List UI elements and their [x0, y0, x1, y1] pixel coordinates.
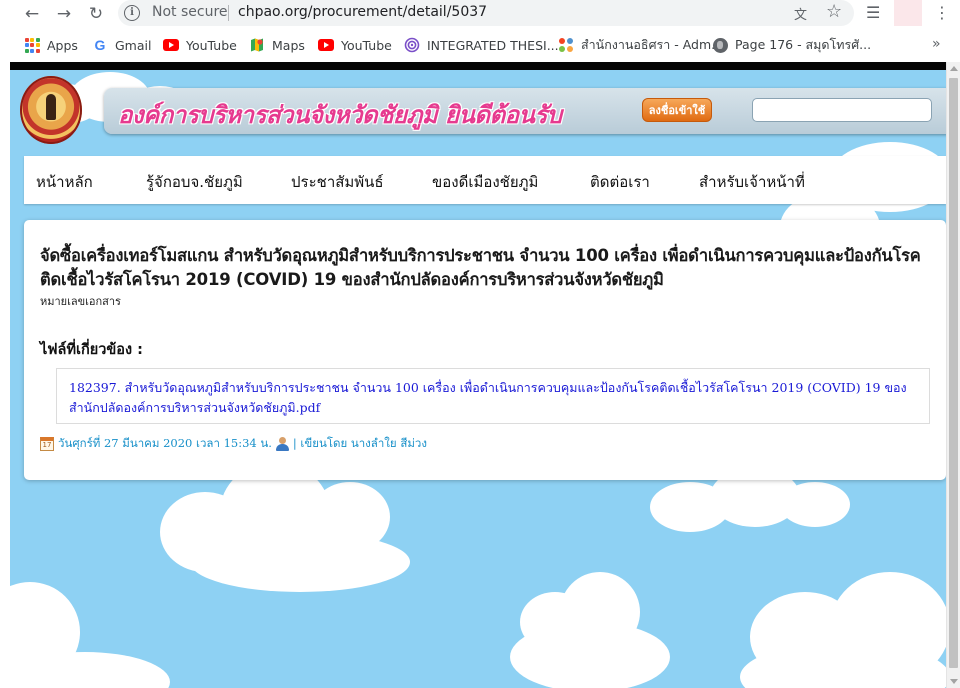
page-title: จัดซื้อเครื่องเทอร์โมสแกน สำหรับวัดอุณหภ… [40, 246, 921, 289]
back-arrow-icon[interactable]: ← [20, 2, 44, 26]
bookmarks-overflow-icon[interactable]: » [932, 36, 941, 52]
bookmark-label: YouTube [186, 37, 237, 53]
bookmark-label: YouTube [341, 37, 392, 53]
posted-date: วันศุกร์ที่ 27 มีนาคม 2020 เวลา 15:34 น. [58, 436, 272, 450]
bookmark-label: Maps [272, 37, 305, 53]
profile-avatar[interactable] [894, 0, 922, 26]
scroll-up-arrow-icon[interactable] [950, 66, 958, 71]
url-text[interactable]: chpao.org/procurement/detail/5037 [238, 4, 487, 20]
bookmark-page-176[interactable]: Page 176 - สมุดโทรศั... [712, 36, 871, 54]
bookmark-integrated-thesis[interactable]: INTEGRATED THESI... [404, 36, 559, 54]
reload-icon[interactable]: ↻ [84, 2, 108, 26]
browser-toolbar: ← → ↻ i Not secure chpao.org/procurement… [0, 0, 960, 28]
calendar-icon: 17 [40, 437, 54, 451]
bookmark-youtube-2[interactable]: YouTube [318, 36, 392, 54]
youtube-icon [163, 37, 179, 53]
nav-public-relations[interactable]: ประชาสัมพันธ์ [291, 170, 384, 194]
nav-about[interactable]: รู้จักอบจ.ชัยภูมิ [146, 170, 243, 194]
vertical-scrollbar[interactable] [946, 62, 960, 688]
joomla-icon [558, 37, 574, 53]
bookmark-apps[interactable]: Apps [24, 36, 78, 54]
bookmark-admin[interactable]: สำนักงานอธิศรา - Adm... [558, 36, 723, 54]
bookmark-label: สำนักงานอธิศรา - Adm... [581, 37, 724, 52]
login-button[interactable]: ลงชื่อเข้าใช้ [642, 98, 712, 122]
bookmarks-bar: Apps G Gmail YouTube Maps YouTube INTEGR… [0, 30, 960, 58]
scroll-down-arrow-icon[interactable] [950, 679, 958, 684]
menu-kebab-icon[interactable]: ⋮ [934, 3, 950, 22]
media-control-icon[interactable]: ☰ [866, 3, 880, 22]
spiral-icon [404, 37, 420, 53]
maps-icon [249, 37, 265, 53]
procurement-detail-card: จัดซื้อเครื่องเทอร์โมสแกน สำหรับวัดอุณหภ… [24, 220, 946, 480]
translate-icon[interactable]: 文 [794, 4, 812, 23]
globe-icon [712, 37, 728, 53]
bookmark-gmail[interactable]: G Gmail [92, 36, 152, 54]
main-nav: หน้าหลัก รู้จักอบจ.ชัยภูมิ ประชาสัมพันธ์… [24, 156, 946, 204]
bookmark-star-icon[interactable]: ☆ [826, 1, 842, 22]
user-icon [275, 437, 290, 451]
youtube-icon [318, 37, 334, 53]
banner-title: องค์การบริหารส่วนจังหวัดชัยภูมิ ยินดีต้อ… [118, 100, 562, 129]
bookmark-youtube[interactable]: YouTube [163, 36, 237, 54]
file-list: 182397. สำหรับวัดอุณหภูมิสำหรับบริการประ… [56, 368, 930, 424]
bookmark-label: Gmail [115, 37, 152, 53]
site-logo[interactable] [20, 76, 82, 144]
file-download-link[interactable]: 182397. สำหรับวัดอุณหภูมิสำหรับบริการประ… [69, 380, 907, 415]
page-top-strip [10, 62, 946, 70]
search-input[interactable] [752, 98, 932, 122]
site-banner: องค์การบริหารส่วนจังหวัดชัยภูมิ ยินดีต้อ… [104, 88, 946, 134]
address-bar[interactable]: i Not secure chpao.org/procurement/detai… [118, 0, 854, 26]
bookmark-label: Apps [47, 37, 78, 53]
apps-grid-icon [24, 37, 40, 53]
document-number-label: หมายเลขเอกสาร [40, 295, 121, 308]
nav-staff[interactable]: สำหรับเจ้าหน้าที่ [699, 170, 805, 194]
post-meta: 17 วันศุกร์ที่ 27 มีนาคม 2020 เวลา 15:34… [40, 434, 427, 454]
author-name: | เขียนโดย นางลำใย สีม่วง [292, 436, 427, 450]
forward-arrow-icon[interactable]: → [52, 2, 76, 26]
bookmark-label: INTEGRATED THESI... [427, 37, 559, 53]
google-icon: G [94, 37, 106, 53]
page-viewport: องค์การบริหารส่วนจังหวัดชัยภูมิ ยินดีต้อ… [10, 62, 946, 688]
nav-contact[interactable]: ติดต่อเรา [590, 170, 650, 194]
security-label: Not secure [152, 4, 228, 20]
nav-home[interactable]: หน้าหลัก [36, 170, 93, 194]
address-separator [228, 5, 229, 21]
scroll-thumb[interactable] [949, 78, 958, 668]
bookmark-label: Page 176 - สมุดโทรศั... [735, 37, 872, 52]
bookmark-maps[interactable]: Maps [249, 36, 305, 54]
info-icon[interactable]: i [124, 5, 140, 21]
nav-local-products[interactable]: ของดีเมืองชัยภูมิ [432, 170, 538, 194]
logo-emblem-icon [46, 94, 56, 120]
related-files-heading: ไฟล์ที่เกี่ยวข้อง : [40, 342, 143, 358]
